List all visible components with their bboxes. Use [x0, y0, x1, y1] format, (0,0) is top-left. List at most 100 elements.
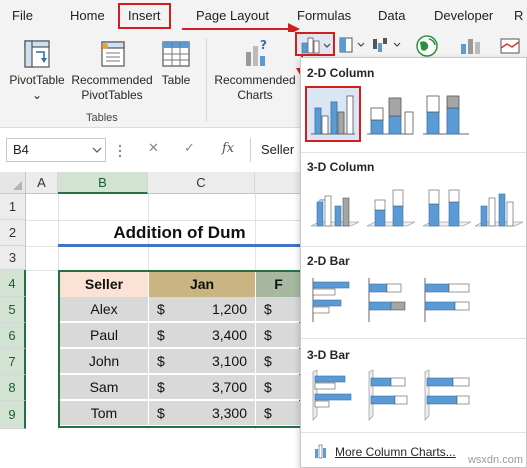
dropdown-divider [301, 246, 526, 247]
dropdown-divider [301, 432, 526, 433]
table-icon [162, 41, 190, 67]
cell-feb[interactable]: $ [256, 323, 301, 348]
section-3d-column: 3-D Column [307, 160, 375, 174]
row-header-6[interactable]: 6 [0, 323, 26, 349]
3d-clustered-column-icon [310, 195, 360, 227]
name-box-chevron-icon[interactable] [92, 147, 102, 153]
select-all-corner[interactable] [0, 172, 26, 194]
sheet-title[interactable]: Addition of Dum [58, 221, 301, 245]
row-header-1[interactable]: 1 [0, 194, 26, 220]
3d-stacked-column-option[interactable] [363, 180, 419, 236]
clustered-bar-option[interactable] [307, 272, 363, 328]
currency-symbol: $ [157, 405, 165, 421]
recommended-pivot-icon [101, 41, 125, 67]
section-2d-bar: 2-D Bar [307, 254, 350, 268]
cell-jan[interactable]: $1,200 [149, 297, 256, 322]
cell-seller[interactable]: John [60, 349, 149, 374]
row-header-5[interactable]: 5 [0, 297, 26, 323]
3d-map-icon[interactable] [498, 36, 524, 58]
cell-seller[interactable]: Alex [60, 297, 149, 322]
3d-percent-stacked-bar-icon [424, 369, 470, 421]
menu-insert[interactable]: Insert [118, 3, 171, 29]
column-header-b[interactable]: B [58, 172, 148, 194]
recommended-charts-button[interactable]: ? Recommended Charts [212, 38, 298, 103]
recommended-pivot-tables-button[interactable]: Recommended PivotTables [68, 38, 156, 103]
insert-column-chart-button[interactable] [295, 32, 335, 56]
cell-feb[interactable]: $ [256, 375, 301, 400]
stacked-column-option[interactable] [363, 86, 419, 142]
3d-stacked-bar-option[interactable] [363, 368, 419, 424]
cell-jan[interactable]: $3,700 [149, 375, 256, 400]
header-feb[interactable]: F [256, 272, 301, 297]
pivot-table-button[interactable]: PivotTable ⌄ [6, 38, 68, 103]
more-column-charts-link[interactable]: More Column Charts... [313, 443, 456, 459]
hierarchy-chart-icon[interactable] [338, 36, 368, 56]
pivot-table-icon [24, 40, 50, 68]
3d-stacked-bar-icon [368, 369, 408, 421]
stacked-bar-option[interactable] [363, 272, 419, 328]
3d-percent-stacked-column-option[interactable] [419, 180, 475, 236]
3d-clustered-bar-option[interactable] [307, 368, 363, 424]
currency-symbol: $ [157, 379, 165, 395]
amount: 3,100 [211, 353, 247, 369]
menu-home[interactable]: Home [70, 0, 105, 32]
3d-percent-stacked-column-icon [422, 189, 472, 227]
cell-seller[interactable]: Tom [60, 401, 149, 426]
recommended-charts-icon: ? [246, 38, 267, 66]
cell-feb[interactable]: $ [256, 297, 301, 322]
table-button[interactable]: Table [156, 38, 196, 88]
cell-seller[interactable]: Paul [60, 323, 149, 348]
header-jan[interactable]: Jan [149, 272, 256, 297]
table-row: Tom $3,300 $ [60, 401, 301, 427]
cell-jan[interactable]: $3,100 [149, 349, 256, 374]
cell-feb[interactable]: $ [256, 401, 301, 426]
cell-jan[interactable]: $3,300 [149, 401, 256, 426]
clustered-bar-icon [312, 278, 350, 322]
pivot-chart-icon[interactable] [458, 36, 484, 58]
table-row: Sam $3,700 $ [60, 375, 301, 401]
percent-stacked-column-icon [423, 95, 469, 135]
3d-clustered-column-option[interactable] [307, 180, 363, 236]
percent-stacked-bar-option[interactable] [419, 272, 475, 328]
row-header-7[interactable]: 7 [0, 349, 26, 375]
menu-developer[interactable]: Developer [434, 0, 493, 32]
data-table: Seller Jan F Alex $1,200 $ Paul $3,400 $… [58, 270, 301, 428]
table-row: John $3,100 $ [60, 349, 301, 375]
cell-seller[interactable]: Sam [60, 375, 149, 400]
menu-file[interactable]: File [12, 0, 33, 32]
tables-group-label: Tables [86, 112, 118, 124]
waterfall-chart-icon[interactable] [370, 36, 404, 56]
row-header-4[interactable]: 4 [0, 270, 26, 297]
column-header-c[interactable]: C [148, 172, 255, 194]
dropdown-divider [301, 338, 526, 339]
watermark: wsxdn.com [467, 454, 523, 466]
formula-bar-drag-handle-icon[interactable] [118, 144, 122, 158]
menu-data[interactable]: Data [378, 0, 405, 32]
column-header-d[interactable] [255, 172, 301, 194]
enter-icon[interactable]: ✓ [184, 140, 195, 156]
section-2d-column: 2-D Column [307, 66, 375, 80]
row-header-2[interactable]: 2 [0, 220, 26, 246]
stacked-column-icon [367, 97, 414, 135]
cell-jan[interactable]: $3,400 [149, 323, 256, 348]
row-header-9[interactable]: 9 [0, 401, 26, 429]
header-seller[interactable]: Seller [60, 272, 149, 297]
column-header-a[interactable]: A [26, 172, 58, 194]
menu-overflow[interactable]: R [514, 0, 523, 32]
name-box[interactable]: B4 [6, 138, 106, 162]
ribbon-separator [206, 38, 207, 122]
3d-column-option[interactable] [471, 180, 527, 236]
insert-function-icon[interactable]: fx [222, 141, 234, 156]
dropdown-divider [301, 152, 526, 153]
svg-text:?: ? [260, 38, 267, 52]
currency-symbol: $ [264, 379, 272, 395]
percent-stacked-column-option[interactable] [419, 86, 475, 142]
menu-formulas[interactable]: Formulas [297, 0, 351, 32]
cell-feb[interactable]: $ [256, 349, 301, 374]
row-header-3[interactable]: 3 [0, 246, 26, 270]
cancel-icon[interactable]: ✕ [148, 140, 159, 156]
3d-percent-stacked-bar-option[interactable] [419, 368, 475, 424]
clustered-column-option[interactable] [305, 86, 361, 142]
currency-symbol: $ [264, 327, 272, 343]
row-header-8[interactable]: 8 [0, 375, 26, 401]
